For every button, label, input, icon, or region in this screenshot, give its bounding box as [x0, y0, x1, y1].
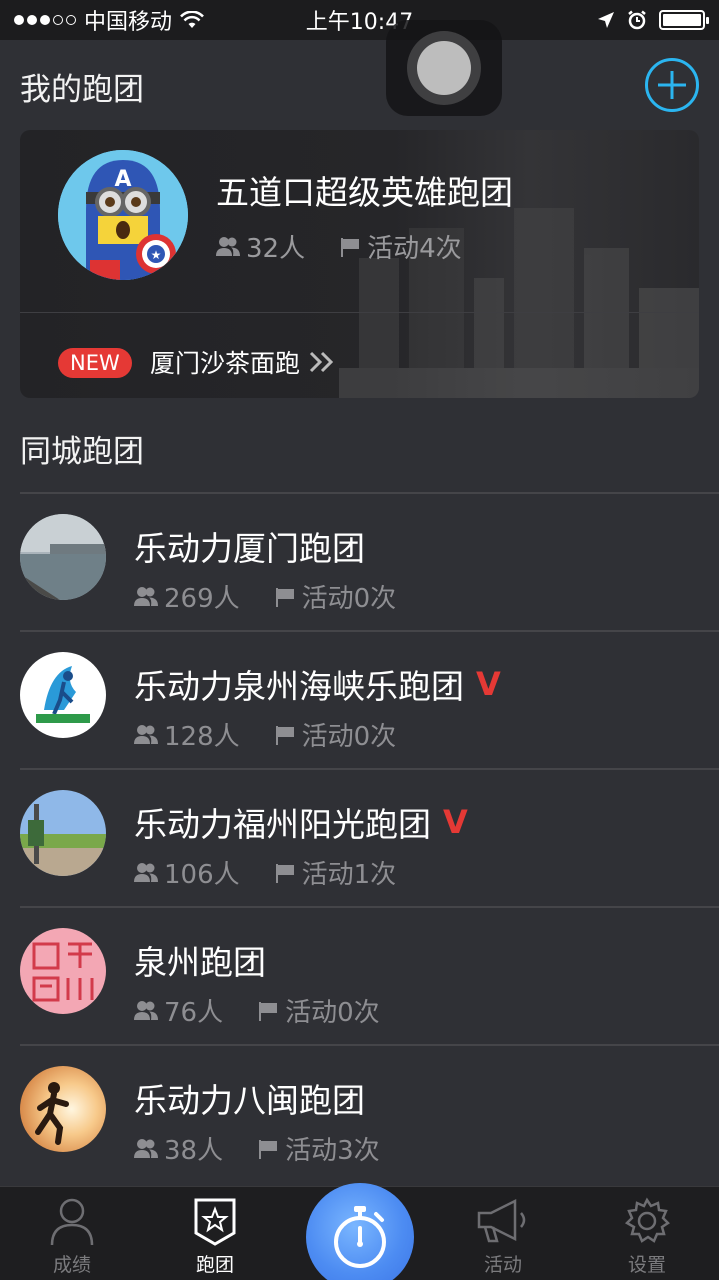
team-row[interactable]: 乐动力八闽跑团 38人 活动3次	[0, 1046, 719, 1182]
double-chevron-right-icon	[309, 351, 334, 373]
team-stats: 76人 活动0次	[134, 992, 380, 1029]
tab-label: 成绩	[52, 1254, 91, 1276]
team-avatar	[20, 652, 106, 738]
team-stats: 128人 活动0次	[134, 716, 396, 753]
team-name-label: 泉州跑团	[134, 943, 266, 982]
team-row[interactable]: 泉州跑团 76人 活动0次	[0, 908, 719, 1044]
flag-icon	[341, 237, 360, 257]
megaphone-icon	[477, 1198, 526, 1243]
gear-icon	[624, 1197, 670, 1243]
team-avatar: A ★	[58, 150, 188, 280]
member-count: 128人	[164, 722, 240, 752]
svg-text:★: ★	[151, 248, 162, 262]
city-team-list: 乐动力厦门跑团 269人 活动0次 乐动力泉州海峡乐跑团 V 128人 活动0次…	[0, 492, 719, 1182]
verified-badge: V	[443, 803, 468, 841]
team-name: 乐动力八闽跑团	[134, 1074, 365, 1122]
member-count: 269人	[164, 584, 240, 614]
battery-icon	[659, 10, 709, 30]
team-avatar	[20, 514, 106, 600]
wifi-icon	[180, 11, 204, 28]
carrier-label: 中国移动	[84, 10, 173, 35]
person-icon	[50, 1198, 94, 1246]
team-stats: 38人 活动3次	[134, 1130, 380, 1167]
team-row[interactable]: 乐动力泉州海峡乐跑团 V 128人 活动0次	[0, 632, 719, 768]
team-stats: 106人 活动1次	[134, 854, 396, 891]
assistive-touch-button[interactable]	[386, 20, 502, 116]
activity-count: 活动1次	[301, 860, 397, 890]
member-count: 32人	[246, 234, 306, 264]
flag-icon	[259, 1139, 278, 1159]
activity-count: 活动0次	[301, 722, 397, 752]
stopwatch-icon	[334, 1206, 386, 1268]
verified-badge: V	[476, 665, 501, 703]
team-avatar	[20, 790, 106, 876]
members-icon	[134, 586, 158, 606]
member-count: 38人	[164, 1136, 224, 1166]
tab-label: 设置	[627, 1254, 666, 1276]
flag-icon	[259, 1001, 278, 1021]
team-avatar	[20, 928, 106, 1014]
flag-icon	[275, 725, 294, 745]
team-name: 泉州跑团	[134, 936, 266, 984]
city-teams-header: 同城跑团	[20, 434, 144, 470]
team-name: 乐动力厦门跑团	[134, 522, 365, 570]
tab-activities[interactable]: 活动	[448, 1187, 558, 1280]
team-row[interactable]: 乐动力福州阳光跑团 V 106人 活动1次	[0, 770, 719, 906]
members-icon	[216, 236, 240, 256]
activity-count: 活动0次	[285, 998, 380, 1028]
members-icon	[134, 724, 158, 744]
members-icon	[134, 1000, 158, 1020]
team-name: 乐动力福州阳光跑团 V	[134, 798, 468, 846]
tab-settings[interactable]: 设置	[592, 1187, 702, 1280]
start-run-button[interactable]	[306, 1183, 414, 1280]
activity-count: 活动0次	[301, 584, 397, 614]
member-count: 106人	[164, 860, 240, 890]
member-count: 76人	[164, 998, 224, 1028]
members-icon	[134, 862, 158, 882]
tab-results[interactable]: 成绩	[17, 1187, 127, 1280]
alarm-icon	[628, 10, 646, 30]
members-icon	[134, 1138, 158, 1158]
location-arrow-icon	[598, 12, 614, 28]
flag-icon	[275, 587, 294, 607]
team-name-label: 乐动力泉州海峡乐跑团	[134, 667, 464, 706]
activity-count: 活动3次	[285, 1136, 380, 1166]
tab-label: 跑团	[195, 1254, 234, 1276]
my-team-stats: 32人 活动4次	[216, 228, 462, 265]
my-team-name: 五道口超级英雄跑团	[216, 173, 513, 212]
my-team-card[interactable]: A ★ 五道口超级英雄跑团 32人 活动4次 NEW 厦门沙茶面跑	[20, 130, 699, 398]
shield-star-icon	[194, 1198, 236, 1246]
my-teams-header: 我的跑团	[20, 72, 144, 108]
tab-teams[interactable]: 跑团	[160, 1187, 270, 1280]
card-divider	[20, 312, 699, 313]
status-bar: 中国移动 上午10:47	[0, 0, 719, 40]
team-row[interactable]: 乐动力厦门跑团 269人 活动0次	[0, 494, 719, 630]
team-avatar	[20, 1066, 106, 1152]
signal-strength-icon	[14, 15, 76, 25]
team-name-label: 乐动力福州阳光跑团	[134, 805, 431, 844]
new-activity-label: 厦门沙茶面跑	[150, 349, 301, 378]
svg-text:A: A	[114, 167, 131, 192]
add-team-button[interactable]	[645, 58, 699, 112]
new-badge: NEW	[58, 348, 132, 378]
new-activity-link[interactable]: 厦门沙茶面跑	[150, 344, 338, 380]
team-name-label: 乐动力八闽跑团	[134, 1081, 365, 1120]
team-name-label: 乐动力厦门跑团	[134, 529, 365, 568]
team-name: 乐动力泉州海峡乐跑团 V	[134, 660, 501, 708]
flag-icon	[275, 863, 294, 883]
team-stats: 269人 活动0次	[134, 578, 396, 615]
activity-count: 活动4次	[367, 234, 462, 264]
tab-label: 活动	[483, 1254, 522, 1276]
